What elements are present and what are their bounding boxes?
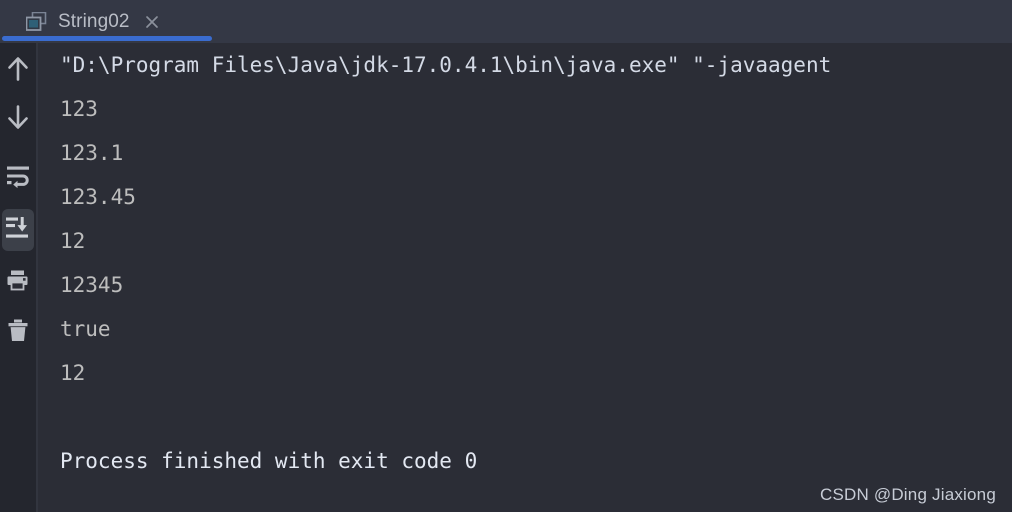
console-toolbar	[0, 43, 36, 512]
run-console-window: String02 "D:\Program Files\Java\jdk-17.0…	[0, 0, 1012, 512]
console-line: true	[60, 317, 111, 341]
console-window-icon	[25, 11, 47, 31]
trash-button[interactable]	[2, 312, 34, 354]
soft-wrap-button[interactable]	[2, 158, 34, 200]
console-lines: "D:\Program Files\Java\jdk-17.0.4.1\bin\…	[60, 43, 1012, 483]
print-button[interactable]	[2, 263, 34, 305]
watermark: CSDN @Ding Jiaxiong	[819, 485, 996, 504]
up-arrow-icon	[7, 56, 29, 87]
console-line: 12345	[60, 273, 124, 297]
console-line: Process finished with exit code 0	[60, 449, 478, 473]
close-icon[interactable]	[142, 12, 162, 32]
active-tab-underline	[2, 36, 212, 41]
up-arrow-button[interactable]	[2, 50, 34, 92]
soft-wrap-icon	[6, 165, 30, 194]
down-arrow-button[interactable]	[2, 99, 34, 141]
down-arrow-icon	[7, 105, 29, 136]
console-line: 12	[60, 361, 86, 385]
console-output-panel[interactable]: "D:\Program Files\Java\jdk-17.0.4.1\bin\…	[38, 43, 1012, 512]
print-icon	[6, 270, 30, 299]
trash-icon	[6, 319, 30, 348]
console-line: "D:\Program Files\Java\jdk-17.0.4.1\bin\…	[60, 53, 832, 77]
console-line: 12	[60, 229, 86, 253]
tab-bar: String02	[0, 0, 1012, 43]
tab-label: String02	[58, 10, 130, 32]
scroll-to-end-button[interactable]	[2, 209, 34, 251]
console-line: 123.45	[60, 185, 136, 209]
scroll-to-end-icon	[6, 216, 30, 245]
console-line: 123.1	[60, 141, 124, 165]
console-line: 123	[60, 97, 98, 121]
